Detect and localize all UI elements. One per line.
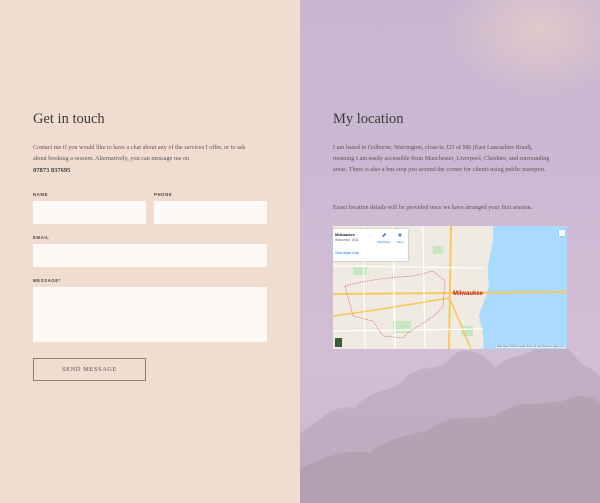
contact-intro-line: Contact me if you would like to have a c…	[33, 144, 246, 151]
map-place-name: Milwaukee	[335, 232, 356, 237]
contact-title: Get in touch	[33, 111, 105, 127]
map-pegman-icon[interactable]	[335, 338, 342, 347]
directions-icon: ⬈	[381, 233, 387, 239]
send-message-button[interactable]: SEND MESSAGE	[33, 358, 146, 381]
contact-intro: Contact me if you would like to have a c…	[33, 142, 273, 164]
phone-field[interactable]	[154, 201, 267, 224]
star-icon: ★	[397, 233, 403, 239]
sky-glow	[440, 0, 600, 100]
email-field[interactable]	[33, 244, 267, 267]
location-description-line: areas. There is also a bus stop just aro…	[333, 166, 546, 173]
directions-button[interactable]: ⬈ Directions	[377, 233, 391, 244]
message-label: MESSAGE*	[33, 278, 61, 283]
location-description-line: I am based in Golborne, Warrington, clos…	[333, 144, 533, 151]
phone-label: PHONE	[154, 192, 173, 197]
name-label: NAME	[33, 192, 49, 197]
contact-phone: 07873 837695	[33, 167, 71, 174]
location-description-line: meaning I am easily accessible from Manc…	[333, 155, 550, 162]
map-info-card: Milwaukee Wisconsin, USA View larger map…	[333, 229, 408, 261]
map-city-label: Milwaukee	[453, 291, 484, 297]
save-label: Save	[396, 240, 404, 244]
view-larger-map-link[interactable]: View larger map	[335, 251, 359, 255]
map-fullscreen-button[interactable]	[559, 230, 565, 236]
message-field[interactable]	[33, 287, 267, 342]
save-button[interactable]: ★ Save	[393, 233, 407, 244]
map-attribution[interactable]: Map data ©2019 Google Terms of Use Repor…	[496, 345, 565, 348]
email-label: EMAIL	[33, 235, 50, 240]
location-title: My location	[333, 111, 404, 127]
map-place-subtitle: Wisconsin, USA	[335, 238, 359, 242]
embedded-map[interactable]: Milwaukee Wisconsin, USA View larger map…	[333, 226, 567, 349]
contact-intro-line: about booking a session. Alternatively, …	[33, 155, 190, 162]
location-description: I am based in Golborne, Warrington, clos…	[333, 142, 593, 175]
location-note: Exact location details will be provided …	[333, 204, 533, 211]
name-field[interactable]	[33, 201, 146, 224]
contact-panel: Get in touch Contact me if you would lik…	[0, 0, 300, 503]
directions-label: Directions	[377, 240, 391, 244]
